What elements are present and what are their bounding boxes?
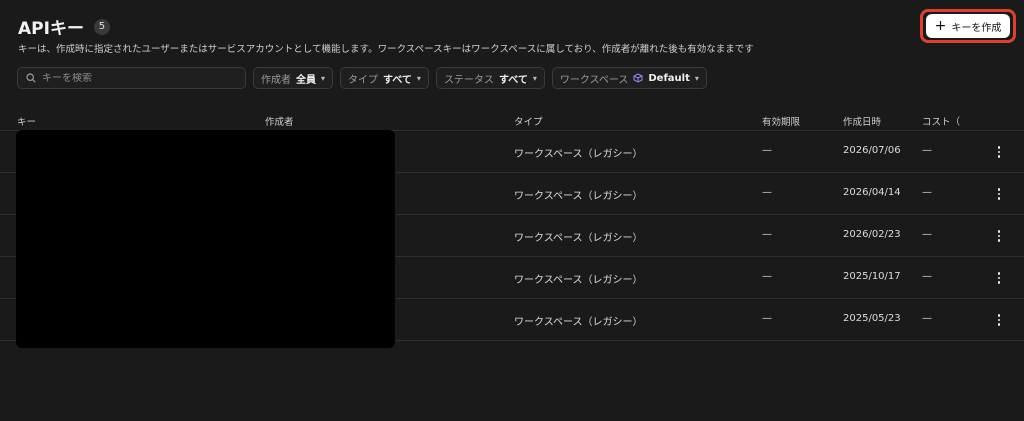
filter-creator[interactable]: 作成者 全員 ▾ <box>253 67 334 89</box>
filter-type[interactable]: タイプ すべて ▾ <box>340 67 429 89</box>
row-type: ワークスペース（レガシー） <box>514 149 643 160</box>
row-expires: — <box>762 145 772 156</box>
col-cost: コスト（ <box>922 117 961 128</box>
col-creator: 作成者 <box>265 117 294 128</box>
filter-type-value: すべて <box>383 74 412 86</box>
create-key-button[interactable]: + キーを作成 <box>926 14 1010 38</box>
page-title: APIキー <box>18 19 84 39</box>
page-header: APIキー 5 <box>18 14 110 39</box>
row-type: ワークスペース（レガシー） <box>514 275 643 286</box>
filter-creator-label: 作成者 <box>261 74 291 86</box>
filter-workspace-value: Default <box>648 72 690 84</box>
more-options-icon[interactable] <box>994 314 1004 326</box>
filter-creator-value: 全員 <box>296 74 316 86</box>
row-created: 2025/10/17 <box>843 271 901 282</box>
filter-status-label: ステータス <box>443 74 494 86</box>
row-created: 2026/04/14 <box>843 187 901 198</box>
filter-bar: 作成者 全員 ▾ タイプ すべて ▾ ステータス すべて ▾ ワークスペース D… <box>17 67 707 89</box>
filter-workspace[interactable]: ワークスペース Default ▾ <box>551 67 707 89</box>
table-header: キー 作成者 タイプ 有効期限 作成日時 コスト（ <box>0 110 1024 131</box>
search-input[interactable] <box>42 72 232 84</box>
row-expires: — <box>762 229 772 240</box>
chevron-down-icon: ▾ <box>694 73 699 83</box>
filter-workspace-label: ワークスペース <box>559 74 629 86</box>
chevron-down-icon: ▾ <box>321 73 326 83</box>
row-cost: — <box>922 271 932 282</box>
row-cost: — <box>922 313 932 324</box>
filter-status-value: すべて <box>498 74 528 86</box>
row-type: ワークスペース（レガシー） <box>514 317 643 328</box>
col-expires: 有効期限 <box>762 117 801 128</box>
search-icon <box>26 73 36 83</box>
row-created: 2025/05/23 <box>843 313 901 324</box>
row-type: ワークスペース（レガシー） <box>514 191 643 202</box>
key-count-badge: 5 <box>93 18 110 35</box>
chevron-down-icon: ▾ <box>416 73 421 83</box>
col-created: 作成日時 <box>843 117 882 128</box>
row-cost: — <box>922 145 932 156</box>
search-box[interactable] <box>17 67 246 89</box>
row-created: 2026/07/06 <box>843 145 901 156</box>
more-options-icon[interactable] <box>994 146 1004 158</box>
more-options-icon[interactable] <box>994 230 1004 242</box>
row-expires: — <box>762 313 772 324</box>
more-options-icon[interactable] <box>994 188 1004 200</box>
row-cost: — <box>922 187 932 198</box>
row-type: ワークスペース（レガシー） <box>514 233 643 244</box>
chevron-down-icon: ▾ <box>532 73 537 83</box>
create-key-highlight: + キーを作成 <box>920 9 1016 43</box>
row-expires: — <box>762 187 772 198</box>
redacted-area <box>16 130 395 348</box>
create-key-label: キーを作成 <box>951 22 1002 34</box>
row-cost: — <box>922 229 932 240</box>
col-type: タイプ <box>514 117 543 128</box>
plus-icon: + <box>934 18 947 34</box>
more-options-icon[interactable] <box>994 272 1004 284</box>
col-key: キー <box>17 117 37 128</box>
row-expires: — <box>762 271 772 282</box>
filter-type-label: タイプ <box>348 74 379 86</box>
workspace-cube-icon <box>633 73 643 83</box>
row-created: 2026/02/23 <box>843 229 901 240</box>
filter-status[interactable]: ステータス すべて ▾ <box>435 67 545 89</box>
page-description: キーは、作成時に指定されたユーザーまたはサービスアカウントとして機能します。ワー… <box>18 44 754 55</box>
